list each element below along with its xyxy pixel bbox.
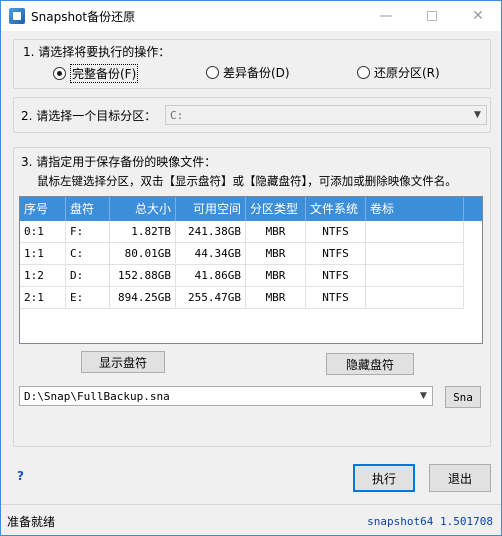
- radio-diff-backup[interactable]: 差异备份(D): [206, 64, 290, 81]
- app-window: Snapshot备份还原 — ✕ 1. 请选择将要执行的操作： 完整备份(F) …: [0, 0, 502, 536]
- col-header-partition-type[interactable]: 分区类型: [246, 197, 306, 221]
- title-bar[interactable]: Snapshot备份还原 — ✕: [1, 1, 501, 31]
- chevron-down-icon: ▼: [420, 391, 427, 401]
- radio-full-backup-label: 完整备份(F): [70, 64, 139, 83]
- cell-index: 1:1: [20, 243, 66, 265]
- cell-drive: E:: [66, 287, 110, 309]
- cell-free-space: 241.38GB: [176, 221, 246, 243]
- cell-partition-type: MBR: [246, 243, 306, 265]
- window-title: Snapshot备份还原: [31, 10, 136, 24]
- col-header-total-size[interactable]: 总大小: [110, 197, 176, 221]
- target-group-label: 2. 请选择一个目标分区：: [21, 109, 157, 123]
- radio-restore[interactable]: 还原分区(R): [357, 64, 440, 81]
- status-bar: 准备就绪 snapshot64 1.501708: [1, 504, 501, 535]
- table-row[interactable]: 2:1 E: 894.25GB 255.47GB MBR NTFS: [20, 287, 482, 309]
- image-group-label: 3. 请指定用于保存备份的映像文件：: [21, 155, 217, 169]
- exit-button[interactable]: 退出: [429, 464, 491, 492]
- col-header-index[interactable]: 序号: [20, 197, 66, 221]
- partition-list[interactable]: 序号 盘符 总大小 可用空间 分区类型 文件系统 卷标 0:1 F: 1.82T…: [19, 196, 483, 344]
- status-text: 准备就绪: [7, 515, 56, 529]
- cell-free-space: 41.86GB: [176, 265, 246, 287]
- cell-drive: D:: [66, 265, 110, 287]
- image-path-combo[interactable]: D:\Snap\FullBackup.sna ▼: [19, 386, 433, 406]
- col-header-free-space[interactable]: 可用空间: [176, 197, 246, 221]
- radio-full-backup[interactable]: 完整备份(F): [53, 64, 139, 83]
- cell-filesystem: NTFS: [306, 243, 366, 265]
- image-path-value: D:\Snap\FullBackup.sna: [24, 390, 170, 403]
- cell-drive: C:: [66, 243, 110, 265]
- chevron-down-icon: ▼: [474, 110, 481, 120]
- radio-full-backup-indicator: [53, 67, 66, 80]
- cell-index: 0:1: [20, 221, 66, 243]
- cell-total-size: 80.01GB: [110, 243, 176, 265]
- partition-list-header: 序号 盘符 总大小 可用空间 分区类型 文件系统 卷标: [20, 197, 482, 221]
- radio-restore-indicator: [357, 66, 370, 79]
- hide-drive-button[interactable]: 隐藏盘符: [326, 353, 414, 375]
- radio-restore-label: 还原分区(R): [374, 66, 440, 80]
- cell-partition-type: MBR: [246, 265, 306, 287]
- radio-diff-backup-indicator: [206, 66, 219, 79]
- table-row[interactable]: 1:1 C: 80.01GB 44.34GB MBR NTFS: [20, 243, 482, 265]
- cell-index: 2:1: [20, 287, 66, 309]
- col-header-volume-label[interactable]: 卷标: [366, 197, 464, 221]
- cell-volume-label: [366, 265, 464, 287]
- image-group-hint: 鼠标左键选择分区，双击【显示盘符】或【隐藏盘符】，可添加或删除映像文件名。: [37, 174, 457, 188]
- radio-diff-backup-label: 差异备份(D): [223, 66, 290, 80]
- maximize-icon: [427, 11, 437, 21]
- maximize-button[interactable]: [409, 1, 455, 31]
- app-icon: [9, 8, 25, 24]
- cell-total-size: 1.82TB: [110, 221, 176, 243]
- help-icon[interactable]: ?: [17, 469, 24, 483]
- cell-partition-type: MBR: [246, 221, 306, 243]
- operation-group-label: 1. 请选择将要执行的操作：: [23, 45, 171, 59]
- cell-volume-label: [366, 287, 464, 309]
- col-header-drive[interactable]: 盘符: [66, 197, 110, 221]
- col-header-filesystem[interactable]: 文件系统: [306, 197, 366, 221]
- minimize-button[interactable]: —: [363, 1, 409, 31]
- show-drive-button[interactable]: 显示盘符: [81, 351, 165, 373]
- cell-free-space: 44.34GB: [176, 243, 246, 265]
- cell-free-space: 255.47GB: [176, 287, 246, 309]
- target-partition-value: C:: [170, 109, 184, 122]
- table-row[interactable]: 1:2 D: 152.88GB 41.86GB MBR NTFS: [20, 265, 482, 287]
- execute-button[interactable]: 执行: [353, 464, 415, 492]
- cell-volume-label: [366, 243, 464, 265]
- browse-sna-button[interactable]: Sna: [445, 386, 481, 408]
- cell-volume-label: [366, 221, 464, 243]
- close-button[interactable]: ✕: [455, 1, 501, 31]
- cell-drive: F:: [66, 221, 110, 243]
- cell-filesystem: NTFS: [306, 265, 366, 287]
- cell-total-size: 152.88GB: [110, 265, 176, 287]
- version-text: snapshot64 1.501708: [367, 515, 493, 528]
- target-partition-combo[interactable]: C: ▼: [165, 105, 487, 125]
- table-row[interactable]: 0:1 F: 1.82TB 241.38GB MBR NTFS: [20, 221, 482, 243]
- cell-index: 1:2: [20, 265, 66, 287]
- cell-total-size: 894.25GB: [110, 287, 176, 309]
- cell-filesystem: NTFS: [306, 287, 366, 309]
- cell-partition-type: MBR: [246, 287, 306, 309]
- cell-filesystem: NTFS: [306, 221, 366, 243]
